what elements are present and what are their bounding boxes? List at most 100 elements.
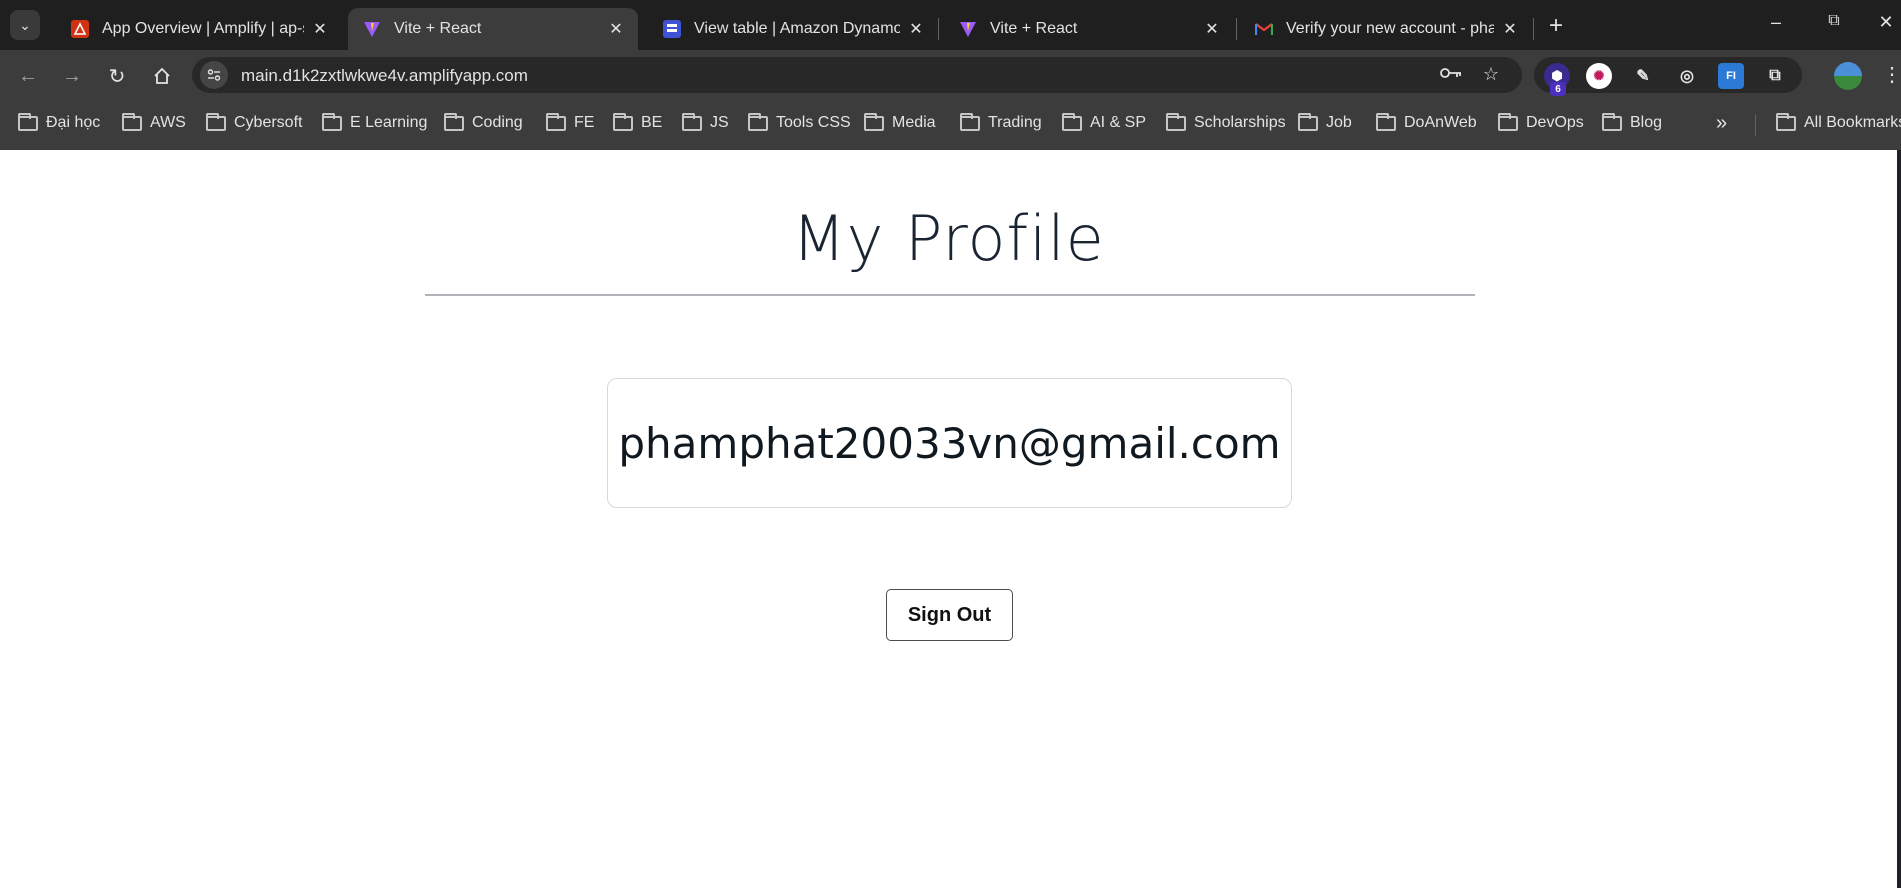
bookmark-folder[interactable]: DoAnWeb <box>1376 112 1477 132</box>
bookmark-label: Tools CSS <box>776 114 851 131</box>
bookmark-folder[interactable]: Cybersoft <box>206 112 303 132</box>
color-picker-icon[interactable]: ✎ <box>1630 63 1656 89</box>
bookmark-folder[interactable]: JS <box>682 112 729 132</box>
window-edge <box>1897 150 1901 888</box>
bookmark-label: Đại học <box>46 114 101 131</box>
close-tab-icon[interactable]: ✕ <box>1500 19 1520 39</box>
restore-icon[interactable]: ⧉ <box>1814 12 1854 30</box>
folder-icon <box>322 112 342 131</box>
new-tab-button[interactable]: + <box>1542 12 1570 40</box>
reload-icon[interactable]: ↻ <box>103 62 131 90</box>
folder-icon <box>1298 112 1318 131</box>
folder-icon <box>1602 112 1622 131</box>
tab-separator <box>1533 18 1534 40</box>
bookmark-folder[interactable]: FE <box>546 112 595 132</box>
tab-title: View table | Amazon DynamoDB <box>694 20 900 37</box>
folder-icon <box>748 112 768 131</box>
tab-title: Vite + React <box>990 20 1078 37</box>
more-menu-icon[interactable]: ⋮ <box>1882 62 1901 87</box>
site-info-icon[interactable] <box>200 61 228 89</box>
tab-vite-react[interactable]: Vite + React ✕ <box>944 8 1234 50</box>
extension-brain-icon[interactable]: ✺ <box>1586 63 1612 89</box>
profile-card: phamphat20033vn@gmail.com <box>607 378 1292 508</box>
folder-icon <box>206 112 226 131</box>
forward-arrow-icon[interactable]: → <box>58 62 86 90</box>
bookmark-label: Scholarships <box>1194 114 1286 131</box>
url-text[interactable]: main.d1k2zxtlwkwe4v.amplifyapp.com <box>241 66 528 86</box>
bookmarks-bar: Đại học AWS Cybersoft E Learning Coding … <box>0 100 1901 150</box>
bookmark-folder[interactable]: DevOps <box>1498 112 1584 132</box>
page-content: My Profile phamphat20033vn@gmail.com Sig… <box>0 150 1897 888</box>
close-tab-icon[interactable]: ✕ <box>1202 19 1222 39</box>
bookmark-label: BE <box>641 114 663 131</box>
folder-icon <box>960 112 980 131</box>
vite-icon <box>362 19 382 39</box>
bookmark-folder[interactable]: Media <box>864 112 936 132</box>
page-title: My Profile <box>792 202 1105 275</box>
browser-chrome: ⌄ App Overview | Amplify | ap-sou ✕ Vite… <box>0 0 1901 153</box>
close-tab-icon[interactable]: ✕ <box>310 19 330 39</box>
navigation-toolbar: ← → ↻ main.d1k2zxtlwkwe4v.amplifyapp.com… <box>0 50 1901 153</box>
extensions-puzzle-icon[interactable]: ⧉ <box>1762 63 1788 89</box>
bookmark-label: DevOps <box>1526 114 1584 131</box>
bookmark-folder[interactable]: Trading <box>960 112 1042 132</box>
close-tab-icon[interactable]: ✕ <box>606 19 626 39</box>
bookmark-folder[interactable]: E Learning <box>322 112 428 132</box>
extension-badge: 6 <box>1550 82 1566 96</box>
bookmark-folder[interactable]: AI & SP <box>1062 112 1147 132</box>
folder-icon <box>682 112 702 131</box>
target-icon[interactable]: ◎ <box>1674 63 1700 89</box>
close-tab-icon[interactable]: ✕ <box>906 19 926 39</box>
tab-dynamodb-table[interactable]: View table | Amazon DynamoDB ✕ <box>648 8 938 50</box>
tab-amplify-overview[interactable]: App Overview | Amplify | ap-sou ✕ <box>56 8 342 50</box>
bookmark-label: FE <box>574 114 595 131</box>
address-bar[interactable]: main.d1k2zxtlwkwe4v.amplifyapp.com ☆ <box>192 57 1522 93</box>
folder-icon <box>122 112 142 131</box>
home-icon[interactable] <box>148 62 176 90</box>
bookmark-folder[interactable]: BE <box>613 112 663 132</box>
tab-title: Verify your new account - pham <box>1286 20 1494 37</box>
more-bookmarks-icon[interactable]: » <box>1716 112 1727 135</box>
bookmark-folder[interactable]: Scholarships <box>1166 112 1286 132</box>
sign-out-button[interactable]: Sign Out <box>886 589 1013 641</box>
folder-icon <box>1776 112 1796 131</box>
bookmark-folder[interactable]: Tools CSS <box>748 112 851 132</box>
folder-icon <box>1498 112 1518 131</box>
close-window-icon[interactable]: ✕ <box>1866 12 1901 33</box>
bookmark-folder[interactable]: Coding <box>444 112 523 132</box>
all-bookmarks-folder[interactable]: All Bookmarks <box>1776 112 1901 132</box>
tab-title: App Overview | Amplify | ap-sou <box>102 20 304 37</box>
extensions-area: ⬢ ✺ ✎ ◎ FI ⧉ <box>1534 57 1802 93</box>
gmail-icon <box>1254 19 1274 39</box>
bookmark-label: Cybersoft <box>234 114 303 131</box>
bookmark-folder[interactable]: Job <box>1298 112 1352 132</box>
tab-strip: ⌄ App Overview | Amplify | ap-sou ✕ Vite… <box>0 0 1901 50</box>
title-divider <box>425 294 1475 296</box>
bookmark-folder[interactable]: Blog <box>1602 112 1662 132</box>
profile-avatar[interactable] <box>1834 62 1862 90</box>
bookmark-folder[interactable]: AWS <box>122 112 186 132</box>
dynamodb-icon <box>662 19 682 39</box>
tab-search-button[interactable]: ⌄ <box>10 10 40 40</box>
all-bookmarks-label: All Bookmarks <box>1804 114 1901 131</box>
bookmark-label: Job <box>1326 114 1352 131</box>
folder-icon <box>444 112 464 131</box>
folder-icon <box>1062 112 1082 131</box>
bookmark-label: AI & SP <box>1090 114 1147 131</box>
folder-icon <box>18 112 38 131</box>
bookmark-label: Coding <box>472 114 523 131</box>
folder-icon <box>1166 112 1186 131</box>
password-key-icon[interactable] <box>1439 64 1463 85</box>
tab-gmail-verify[interactable]: Verify your new account - pham ✕ <box>1240 8 1532 50</box>
bookmark-label: Trading <box>988 114 1042 131</box>
bookmark-label: AWS <box>150 114 186 131</box>
bookmark-folder[interactable]: Đại học <box>18 112 101 132</box>
folder-icon <box>613 112 633 131</box>
back-arrow-icon[interactable]: ← <box>14 62 42 90</box>
bookmark-label: E Learning <box>350 114 428 131</box>
minimize-icon[interactable]: – <box>1756 12 1796 33</box>
tab-vite-react-active[interactable]: Vite + React ✕ <box>348 8 638 50</box>
amplify-icon <box>70 19 90 39</box>
bookmark-star-icon[interactable]: ☆ <box>1479 64 1503 85</box>
extension-fi-icon[interactable]: FI <box>1718 63 1744 89</box>
